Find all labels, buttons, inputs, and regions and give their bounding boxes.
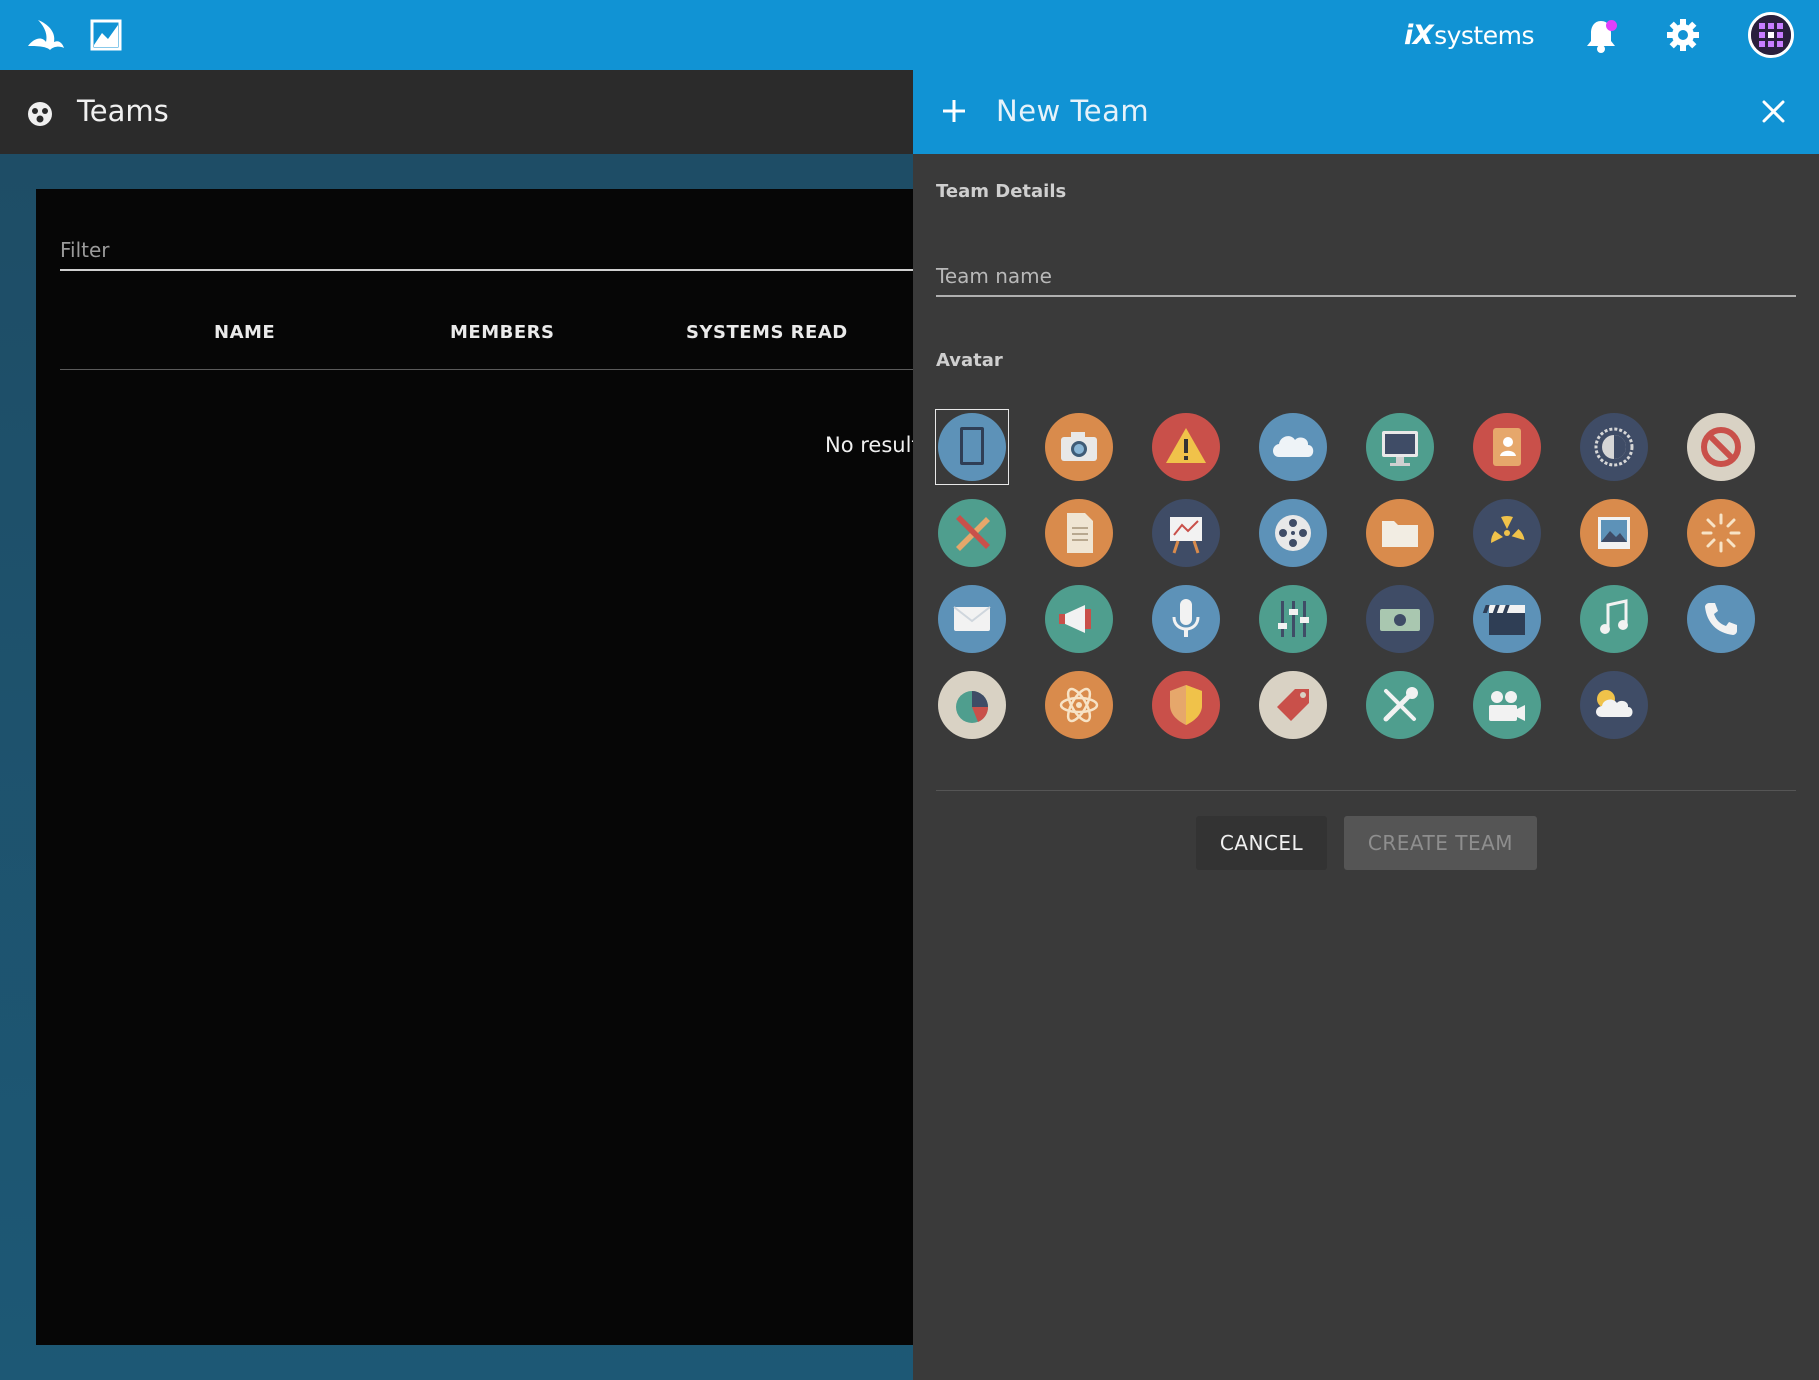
warning-icon [1152,413,1220,481]
avatar-option-folder[interactable] [1364,496,1436,570]
phone-icon [1687,585,1755,653]
create-team-button[interactable]: CREATE TEAM [1344,816,1537,870]
notification-dot [1606,20,1617,31]
avatar-option-megaphone[interactable] [1043,582,1115,656]
avatar-option-cloud-sun[interactable] [1578,668,1650,742]
avatar-option-notebook[interactable] [935,409,1009,485]
tag-icon [1259,671,1327,739]
avatar-option-document[interactable] [1043,496,1115,570]
teams-table-card [36,189,936,1345]
filter-input[interactable]: Filter [60,238,110,262]
column-header-name[interactable]: NAME [214,322,275,343]
avatar-option-tools-pencil[interactable] [936,496,1008,570]
document-icon [1045,499,1113,567]
ixsystems-logo: iX systems [1404,16,1534,54]
column-header-members[interactable]: MEMBERS [450,322,554,343]
pie-chart-icon [938,671,1006,739]
loading-burst-icon [1687,499,1755,567]
plus-icon [943,100,965,122]
clapperboard-icon [1473,585,1541,653]
truenas-logo-icon[interactable] [24,16,68,54]
cancel-button[interactable]: CANCEL [1196,816,1327,870]
avatar-option-money[interactable] [1364,582,1436,656]
avatar-grid [935,409,1796,770]
section-label-team-details: Team Details [936,181,1067,202]
microphone-icon [1152,585,1220,653]
app-root: iX systems Teams Filter NAME MEMBERS SYS… [0,0,1819,1380]
column-header-systems-read[interactable]: SYSTEMS READ [686,322,848,343]
avatar-option-picture[interactable] [1578,496,1650,570]
avatar-option-pie-chart[interactable] [936,668,1008,742]
tools-pencil-icon [938,499,1006,567]
avatar-option-video-camera[interactable] [1471,668,1543,742]
avatar-option-presentation[interactable] [1150,496,1222,570]
megaphone-icon [1045,585,1113,653]
camera-icon [1045,413,1113,481]
avatar-option-tag[interactable] [1257,668,1329,742]
presentation-icon [1152,499,1220,567]
avatar-option-contacts[interactable] [1471,410,1543,484]
team-name-underline [936,295,1796,297]
avatar-option-forbidden[interactable] [1685,410,1757,484]
avatar-option-monitor[interactable] [1364,410,1436,484]
aperture-icon [1580,413,1648,481]
brand-suffix: systems [1434,20,1534,50]
section-label-avatar: Avatar [936,350,1003,371]
header-divider [60,369,913,370]
cloud-sun-icon [1580,671,1648,739]
gear-icon[interactable] [1666,18,1700,52]
money-icon [1366,585,1434,653]
empty-state-text: No results [825,433,913,457]
picture-icon [1580,499,1648,567]
film-reel-icon [1259,499,1327,567]
folder-icon [1366,499,1434,567]
cloud-icon [1259,413,1327,481]
footer-divider [936,790,1796,791]
shield-icon [1152,671,1220,739]
avatar-option-clapperboard[interactable] [1471,582,1543,656]
mail-icon [938,585,1006,653]
team-name-input[interactable]: Team name [936,264,1052,288]
close-icon[interactable] [1761,99,1786,124]
avatar-option-warning[interactable] [1150,410,1222,484]
music-note-icon [1580,585,1648,653]
avatar-option-mail[interactable] [936,582,1008,656]
avatar-option-cloud[interactable] [1257,410,1329,484]
teams-icon [28,102,52,126]
atom-icon [1045,671,1113,739]
page-header: Teams [0,70,913,154]
avatar-option-radiation[interactable] [1471,496,1543,570]
top-bar: iX systems [0,0,1819,70]
avatar-option-loading-burst[interactable] [1685,496,1757,570]
page-title: Teams [77,94,169,128]
wrench-screwdriver-icon [1366,671,1434,739]
filter-underline [60,269,913,271]
avatar-option-microphone[interactable] [1150,582,1222,656]
avatar-option-music-note[interactable] [1578,582,1650,656]
equalizer-icon [1259,585,1327,653]
user-avatar[interactable] [1748,12,1794,58]
avatar-option-atom[interactable] [1043,668,1115,742]
monitor-icon [1366,413,1434,481]
chart-icon[interactable] [90,19,122,51]
new-team-panel: New Team Team Details Team name Avatar C… [913,70,1819,1380]
panel-header: New Team [913,70,1819,154]
avatar-option-aperture[interactable] [1578,410,1650,484]
user-avatar-pattern-icon [1751,15,1791,55]
notebook-icon [938,413,1006,481]
contacts-icon [1473,413,1541,481]
radiation-icon [1473,499,1541,567]
panel-title: New Team [996,94,1150,128]
avatar-option-phone[interactable] [1685,582,1757,656]
avatar-option-shield[interactable] [1150,668,1222,742]
brand-prefix: iX [1404,19,1434,51]
video-camera-icon [1473,671,1541,739]
forbidden-icon [1687,413,1755,481]
avatar-option-camera[interactable] [1043,410,1115,484]
avatar-option-equalizer[interactable] [1257,582,1329,656]
avatar-option-wrench-screwdriver[interactable] [1364,668,1436,742]
avatar-option-film-reel[interactable] [1257,496,1329,570]
